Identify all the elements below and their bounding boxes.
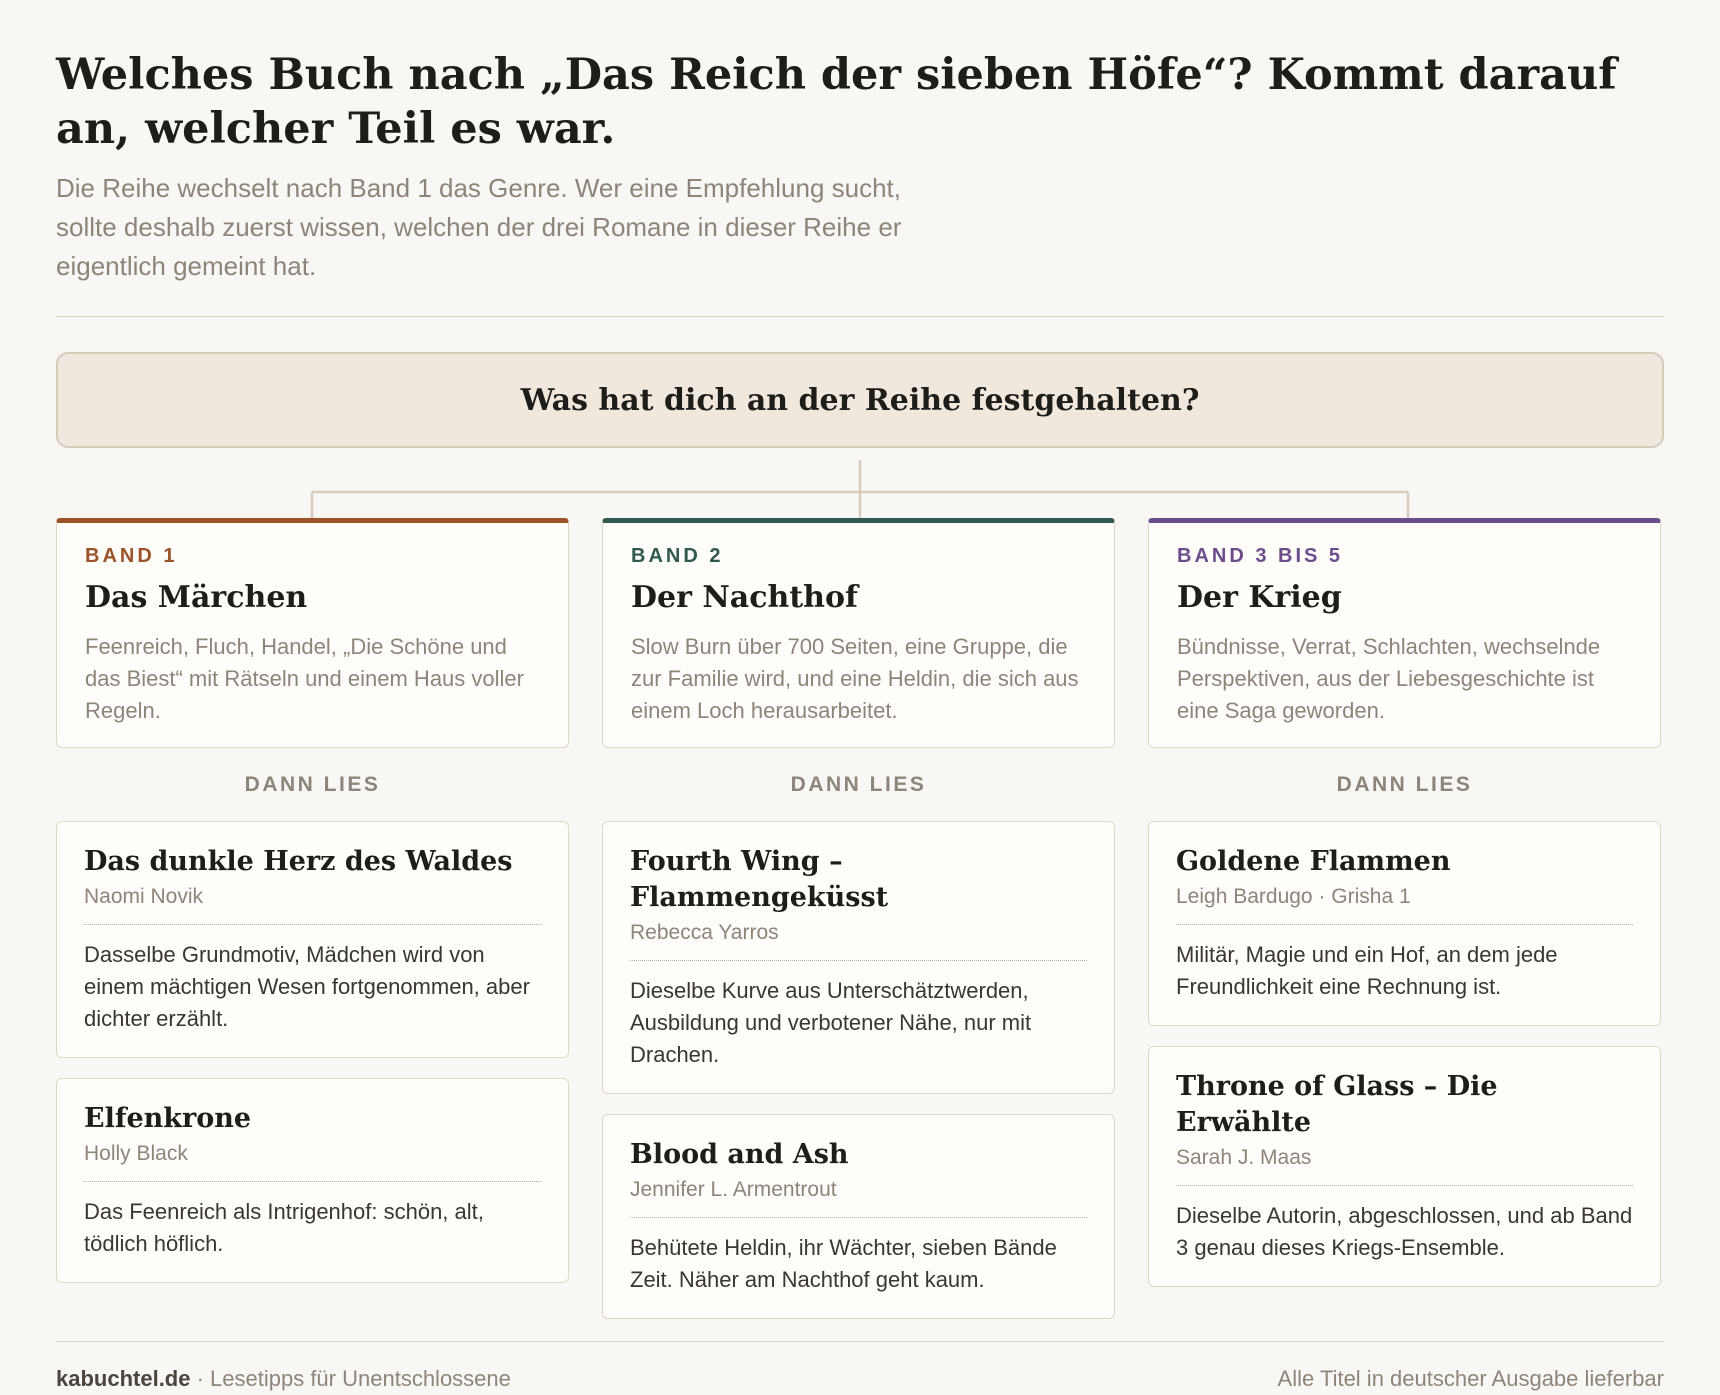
band-description: Bündnisse, Verrat, Schlachten, wechselnd…: [1177, 634, 1601, 723]
book-note: Dieselbe Kurve aus Unterschätztwerden, A…: [630, 978, 1032, 1067]
band-card-1: BAND 1 Das Märchen Feenreich, Fluch, Han…: [56, 518, 569, 748]
book-author: Sarah J. Maas: [1176, 1146, 1312, 1169]
book-title: Elfenkrone: [84, 1103, 252, 1134]
question-text: Was hat dich an der Reihe festgehalten?: [520, 382, 1200, 418]
book-title: Goldene Flammen: [1176, 846, 1451, 877]
book-card[interactable]: Goldene Flammen Leigh Bardugo · Grisha 1…: [1148, 821, 1661, 1026]
band-card-2: BAND 2 Der Nachthof Slow Burn über 700 S…: [602, 518, 1115, 748]
tree-connector: [56, 448, 1664, 518]
dotted-divider: [1176, 1185, 1633, 1186]
footer-tagline: · Lesetipps für Unentschlossene: [190, 1366, 511, 1391]
footer-left: kabuchtel.de · Lesetipps für Unentschlos…: [56, 1366, 511, 1392]
band-columns: BAND 1 Das Märchen Feenreich, Fluch, Han…: [56, 518, 1664, 1339]
dotted-divider: [630, 960, 1087, 961]
book-note: Dieselbe Autorin, abgeschlossen, und ab …: [1176, 1203, 1633, 1260]
header-divider: [56, 316, 1664, 317]
book-author: Jennifer L. Armentrout: [630, 1178, 837, 1201]
book-note: Dasselbe Grundmotiv, Mädchen wird von ei…: [84, 942, 530, 1031]
book-author: Naomi Novik: [84, 885, 204, 908]
footer: kabuchtel.de · Lesetipps für Unentschlos…: [56, 1366, 1664, 1392]
book-title: Fourth Wing – Flammengeküsst: [630, 846, 889, 913]
dotted-divider: [630, 1217, 1087, 1218]
site-link[interactable]: kabuchtel.de: [56, 1366, 190, 1391]
dotted-divider: [84, 924, 541, 925]
band-title: Der Krieg: [1177, 580, 1342, 615]
book-card[interactable]: Elfenkrone Holly Black Das Feenreich als…: [56, 1078, 569, 1283]
then-read-label: DANN LIES: [1336, 772, 1473, 796]
band-description: Feenreich, Fluch, Handel, „Die Schöne un…: [85, 634, 524, 723]
dotted-divider: [84, 1181, 541, 1182]
book-author: Leigh Bardugo · Grisha 1: [1176, 885, 1411, 908]
book-note: Behütete Heldin, ihr Wächter, sieben Bän…: [630, 1235, 1057, 1292]
book-card[interactable]: Fourth Wing – Flammengeküsst Rebecca Yar…: [602, 821, 1115, 1094]
book-title: Das dunkle Herz des Waldes: [84, 846, 513, 877]
footer-divider: [56, 1341, 1664, 1342]
column-band-2: BAND 2 Der Nachthof Slow Burn über 700 S…: [602, 518, 1115, 1339]
page-title: Welches Buch nach „Das Reich der sieben …: [56, 50, 1617, 154]
then-read-label: DANN LIES: [790, 772, 927, 796]
band-description: Slow Burn über 700 Seiten, eine Gruppe, …: [631, 634, 1079, 723]
footer-note: Alle Titel in deutscher Ausgabe lieferba…: [1277, 1366, 1664, 1391]
band-card-3: BAND 3 BIS 5 Der Krieg Bündnisse, Verrat…: [1148, 518, 1661, 748]
book-title: Throne of Glass – Die Erwählte: [1176, 1071, 1498, 1138]
book-author: Holly Black: [84, 1142, 188, 1165]
book-card[interactable]: Throne of Glass – Die Erwählte Sarah J. …: [1148, 1046, 1661, 1287]
intro-text: Die Reihe wechselt nach Band 1 das Genre…: [56, 173, 902, 281]
dotted-divider: [1176, 924, 1633, 925]
book-note: Das Feenreich als Intrigenhof: schön, al…: [84, 1199, 484, 1256]
question-box: Was hat dich an der Reihe festgehalten?: [56, 352, 1664, 448]
book-card[interactable]: Blood and Ash Jennifer L. Armentrout Beh…: [602, 1114, 1115, 1319]
book-author: Rebecca Yarros: [630, 921, 779, 944]
then-read-label: DANN LIES: [244, 772, 381, 796]
book-title: Blood and Ash: [630, 1139, 849, 1170]
column-band-3: BAND 3 BIS 5 Der Krieg Bündnisse, Verrat…: [1148, 518, 1661, 1339]
band-label: BAND 2: [631, 545, 724, 567]
band-title: Das Märchen: [85, 580, 308, 615]
column-band-1: BAND 1 Das Märchen Feenreich, Fluch, Han…: [56, 518, 569, 1339]
book-card[interactable]: Das dunkle Herz des Waldes Naomi Novik D…: [56, 821, 569, 1058]
band-title: Der Nachthof: [631, 580, 858, 615]
page: Welches Buch nach „Das Reich der sieben …: [0, 0, 1720, 1395]
book-note: Militär, Magie und ein Hof, an dem jede …: [1176, 942, 1558, 999]
band-label: BAND 1: [85, 545, 178, 567]
band-label: BAND 3 BIS 5: [1177, 545, 1344, 567]
connector-lines: [310, 460, 1410, 518]
